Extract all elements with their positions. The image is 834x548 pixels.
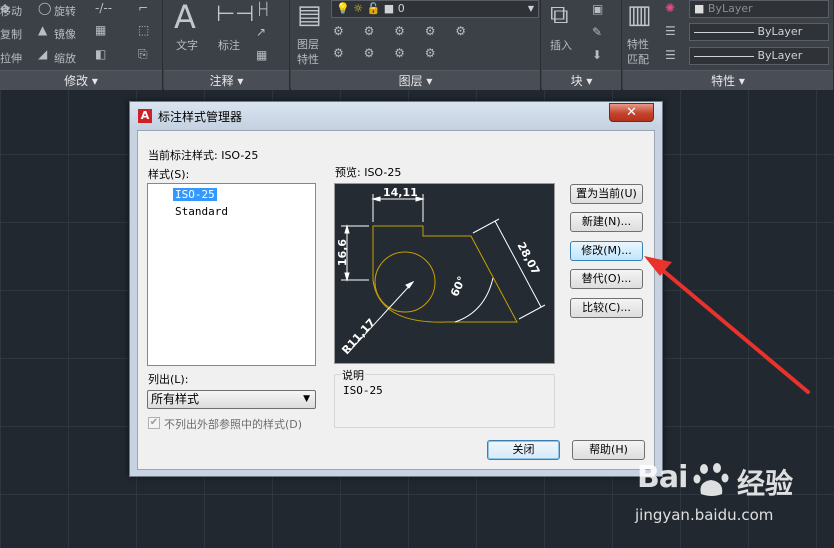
watermark-brand: Bai — [637, 460, 688, 495]
paw-icon — [693, 463, 729, 496]
watermark-brand-cn: 经验 — [737, 467, 794, 500]
watermark-url: jingyan.baidu.com — [635, 506, 774, 524]
baidu-watermark: Bai 经验 jingyan.baidu.com — [617, 460, 817, 530]
